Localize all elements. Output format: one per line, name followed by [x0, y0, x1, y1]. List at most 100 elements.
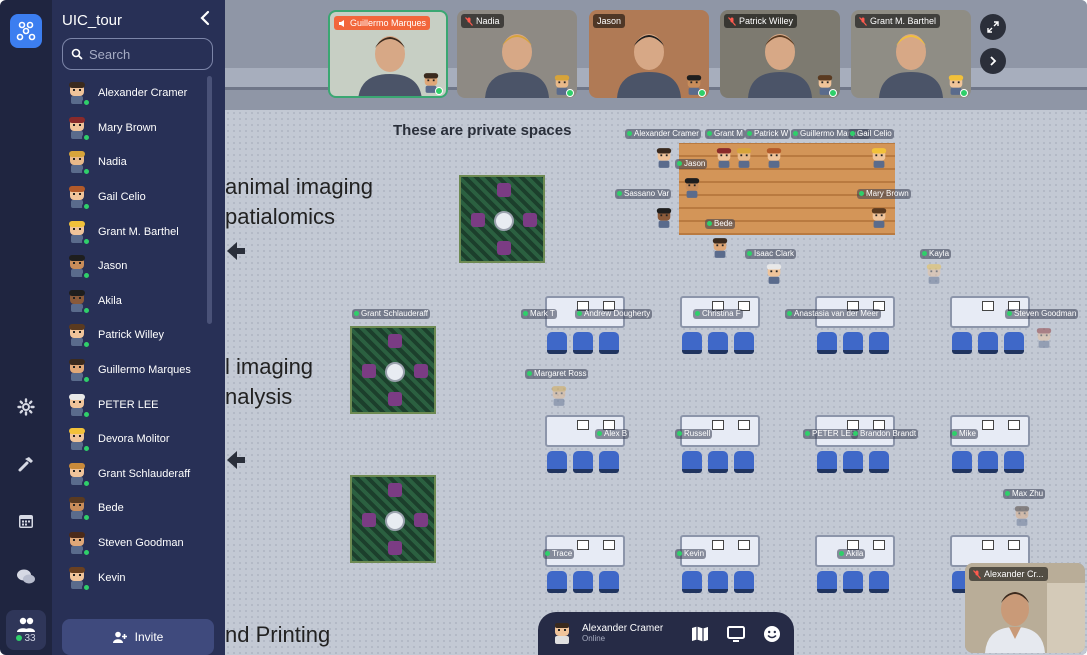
participant-item[interactable]: Guillermo Marques [52, 353, 212, 388]
participant-item[interactable]: Grant Schlauderaff [52, 457, 212, 492]
participant-name: Bede [98, 502, 124, 515]
settings-gear-icon[interactable] [12, 393, 40, 421]
sidebar-scrollbar[interactable] [207, 76, 212, 324]
online-status-dot [82, 305, 91, 315]
participant-item[interactable]: Alexander Cramer [52, 76, 212, 111]
player-name-tag: Mark T [521, 309, 557, 319]
participant-item[interactable]: Devora Molitor [52, 422, 212, 457]
player-name-tag: Grant Schlauderaff [352, 309, 431, 319]
map-icon[interactable] [682, 619, 718, 649]
participant-avatar [66, 496, 91, 523]
player-sprite[interactable] [655, 146, 673, 170]
player-name-tag: Patrick W [745, 129, 791, 139]
participants-sidebar: UIC_tour Alexander Cramer Mary Brown Nadia… [52, 0, 225, 655]
participant-avatar [66, 427, 91, 454]
mic-off-icon [859, 16, 867, 26]
participant-avatar [66, 393, 91, 419]
current-user[interactable]: Alexander Cramer Online [552, 622, 682, 646]
collapse-chevron-icon[interactable] [198, 9, 216, 31]
mic-off-icon [728, 16, 736, 26]
invite-button[interactable]: Invite [62, 619, 214, 655]
participant-name: Nadia [98, 156, 127, 169]
speaker-icon [339, 19, 344, 27]
computer-icon [1008, 420, 1020, 430]
computer-icon [712, 540, 724, 550]
player-sprite[interactable] [711, 236, 729, 260]
participant-name: Steven Goodman [98, 537, 184, 550]
player-sprite[interactable] [715, 146, 733, 170]
desk-chairs [952, 451, 1024, 473]
participant-item[interactable]: Grant M. Barthel [52, 214, 212, 249]
player-sprite[interactable] [1013, 504, 1031, 528]
video-tile[interactable]: Jason [589, 10, 709, 98]
player-name-tag: Trace [543, 549, 575, 559]
computer-icon [577, 420, 589, 430]
participant-item[interactable]: Steven Goodman [52, 526, 212, 561]
online-status-dot [82, 548, 91, 558]
participant-item[interactable]: Kevin [52, 560, 212, 595]
video-avatar [685, 74, 706, 97]
participant-name: Patrick Willey [98, 329, 165, 342]
player-name-tag: Andrew Dougherty [575, 309, 653, 319]
player-sprite[interactable] [735, 146, 753, 170]
participant-item[interactable]: Patrick Willey [52, 318, 212, 353]
desk-chairs [682, 451, 754, 473]
search-input[interactable] [89, 46, 199, 62]
search-field[interactable] [62, 38, 213, 70]
meeting-rug[interactable] [350, 326, 436, 414]
emoji-icon[interactable] [754, 619, 790, 649]
expand-icon[interactable] [980, 14, 1006, 40]
video-tile[interactable]: Nadia [457, 10, 577, 98]
desk-chairs [817, 451, 889, 473]
desk-chairs [547, 571, 619, 593]
participant-item[interactable]: Bede [52, 491, 212, 526]
space-title: UIC_tour [62, 12, 123, 29]
player-sprite[interactable] [765, 262, 783, 286]
invite-label: Invite [134, 630, 164, 644]
video-tile[interactable]: Guillermo Marques [328, 10, 448, 98]
player-name-tag: Jason [675, 159, 708, 169]
player-name-tag: Kevin [675, 549, 707, 559]
participant-name: PETER LEE [98, 398, 159, 411]
participant-name: Kevin [98, 571, 126, 584]
video-tile[interactable]: Patrick Willey [720, 10, 840, 98]
video-avatar [947, 74, 968, 97]
build-hammer-icon[interactable] [12, 450, 40, 478]
world-map[interactable]: These are private spaces animal imaging … [225, 0, 1087, 655]
chat-bubbles-icon[interactable] [12, 563, 40, 591]
meeting-rug[interactable] [459, 175, 545, 263]
player-sprite[interactable] [870, 146, 888, 170]
participants-button[interactable]: 33 [6, 610, 46, 650]
player-sprite[interactable] [655, 206, 673, 230]
participant-item[interactable]: Gail Celio [52, 180, 212, 215]
participant-avatar [66, 462, 91, 488]
participant-item[interactable]: Jason [52, 249, 212, 284]
player-sprite[interactable] [550, 384, 568, 408]
gather-logo-icon[interactable] [10, 14, 42, 48]
player-sprite[interactable] [925, 262, 943, 286]
participant-avatar [66, 81, 91, 108]
player-sprite[interactable] [1035, 326, 1053, 350]
screen-share-icon[interactable] [718, 619, 754, 649]
meeting-rug[interactable] [350, 475, 436, 563]
online-status-dot [829, 89, 837, 97]
participant-item[interactable]: Akila [52, 284, 212, 319]
next-chevron-icon[interactable] [980, 48, 1006, 74]
self-video-tile[interactable]: Alexander Cr... [965, 563, 1085, 653]
video-tile[interactable]: Grant M. Barthel [851, 10, 971, 98]
player-sprite[interactable] [683, 176, 701, 200]
player-sprite[interactable] [870, 206, 888, 230]
current-user-name: Alexander Cramer [582, 623, 664, 634]
player-sprite[interactable] [765, 146, 783, 170]
player-name-tag: Akila [837, 549, 866, 559]
participant-item[interactable]: PETER LEE [52, 387, 212, 422]
participant-avatar [66, 358, 91, 385]
calendar-icon[interactable] [12, 507, 40, 535]
participant-name: Mary Brown [98, 121, 157, 134]
participant-item[interactable]: Mary Brown [52, 111, 212, 146]
participant-item[interactable]: Nadia [52, 145, 212, 180]
participants-list: Alexander Cramer Mary Brown Nadia Gail Celi… [52, 76, 212, 606]
participant-name: Jason [98, 260, 128, 273]
player-name-tag: Brandon Brandt [851, 429, 919, 439]
mic-off-icon [973, 569, 981, 579]
